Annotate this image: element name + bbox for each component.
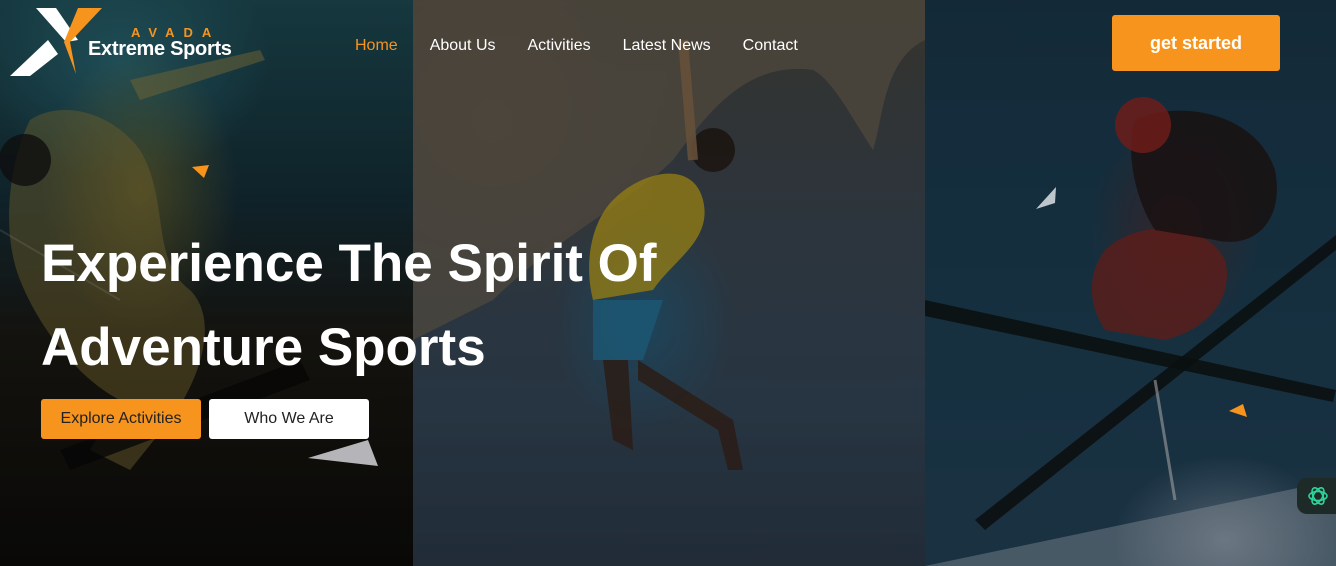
hero-section: AVADA Extreme Sports Home About Us Activ… [0,0,1336,566]
skier-photo [925,0,1336,566]
triangle-decoration-icon [308,440,378,466]
nav-item-activities[interactable]: Activities [528,37,591,55]
main-navigation: Home About Us Activities Latest News Con… [355,37,830,55]
triangle-decoration-icon [192,165,209,178]
nav-item-home[interactable]: Home [355,37,398,55]
who-we-are-button[interactable]: Who We Are [209,399,369,439]
nav-item-about-us[interactable]: About Us [430,37,496,55]
openai-assistant-icon [1308,487,1328,505]
triangle-decoration-icon [1036,187,1056,209]
assistant-widget[interactable] [1297,478,1336,514]
brand-name: Extreme Sports [88,38,232,60]
explore-activities-button[interactable]: Explore Activities [41,399,201,439]
headline-line-2: Adventure Sports [41,318,486,377]
headline-line-1: Experience The Spirit Of [41,234,657,293]
triangle-decoration-icon [1229,404,1247,417]
site-logo[interactable]: AVADA Extreme Sports [8,6,258,78]
nav-item-contact[interactable]: Contact [743,37,798,55]
get-started-button[interactable]: get started [1112,15,1280,71]
nav-item-latest-news[interactable]: Latest News [623,37,711,55]
photo-overlay [925,0,1336,566]
hero-headline: Experience The Spirit Of Adventure Sport… [41,222,761,390]
